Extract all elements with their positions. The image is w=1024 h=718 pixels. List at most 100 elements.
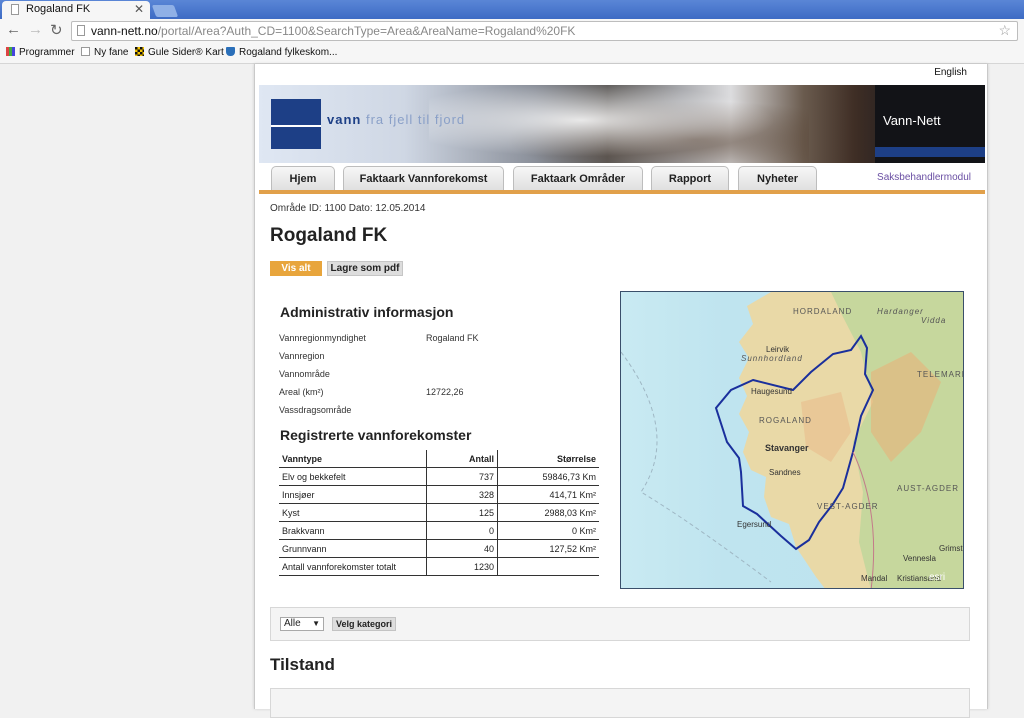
address-url: vann-nett.no/portal/Area?Auth_CD=1100&Se… xyxy=(91,24,576,38)
cell-type: Brakkvann xyxy=(279,521,427,540)
admin-value: 12722,26 xyxy=(426,387,464,397)
cell-count: 328 xyxy=(426,485,498,504)
map-graphic xyxy=(621,292,963,588)
bookmark-gule-sider[interactable]: Gule Sider® Kart xyxy=(135,47,224,58)
area-map[interactable]: HORDALAND Hardanger Sunnhordland ROGALAN… xyxy=(620,291,964,589)
nav-underline xyxy=(259,190,985,194)
map-city: Vennesla xyxy=(903,554,936,563)
tab-faktaark-vannforekomst[interactable]: Faktaark Vannforekomst xyxy=(343,166,504,190)
cell-count: 125 xyxy=(426,503,498,522)
tilstand-panel xyxy=(270,688,970,718)
back-arrow-icon[interactable]: ← xyxy=(6,21,21,38)
site-banner: vann fra fjell til fjord Vann-Nett xyxy=(259,85,985,163)
cell-count: 40 xyxy=(426,539,498,558)
cell-size: 127,52 Km² xyxy=(497,539,599,558)
map-label: VEST-AGDER xyxy=(817,502,879,511)
cell-type: Grunnvann xyxy=(279,539,427,558)
apps-grid-icon xyxy=(6,47,15,56)
table-header-row: Vanntype Antall Størrelse xyxy=(279,450,599,468)
cell-count: 737 xyxy=(426,467,498,486)
vis-alt-button[interactable]: Vis alt xyxy=(270,261,322,276)
map-label: Sunnhordland xyxy=(741,354,803,363)
close-tab-icon[interactable]: ✕ xyxy=(134,2,144,16)
browser-tab[interactable]: Rogaland FK ✕ xyxy=(2,1,150,19)
cell-count: 1230 xyxy=(426,557,498,576)
page-icon xyxy=(77,25,85,36)
page-icon xyxy=(81,47,90,56)
tab-title: Rogaland FK xyxy=(26,3,91,15)
saksbehandlermodul-link[interactable]: Saksbehandlermodul xyxy=(877,172,971,183)
tilstand-heading: Tilstand xyxy=(270,655,335,674)
table-row: Brakkvann 0 0 Km² xyxy=(279,521,599,540)
bookmark-star-icon[interactable]: ☆ xyxy=(998,22,1011,39)
tab-nyheter[interactable]: Nyheter xyxy=(738,166,817,190)
bookmark-ny-fane[interactable]: Ny fane xyxy=(81,47,128,58)
cell-size: 2988,03 Km² xyxy=(497,503,599,522)
site-name: Vann-Nett xyxy=(883,113,941,128)
table-row: Grunnvann 40 127,52 Km² xyxy=(279,539,599,558)
site-name-block: Vann-Nett xyxy=(875,85,985,163)
velg-kategori-button[interactable]: Velg kategori xyxy=(332,617,397,631)
site-name-bar xyxy=(875,147,985,157)
table-row-total: Antall vannforekomster totalt 1230 xyxy=(279,557,599,576)
waterfall-image xyxy=(429,85,809,163)
address-bar[interactable]: vann-nett.no/portal/Area?Auth_CD=1100&Se… xyxy=(71,21,1018,41)
column-header: Antall xyxy=(426,450,498,468)
map-label: Vidda xyxy=(921,316,947,325)
map-label: AUST-AGDER xyxy=(897,484,960,493)
column-header: Vanntype xyxy=(279,450,427,468)
table-row: Kyst 125 2988,03 Km² xyxy=(279,503,599,522)
bookmarks-bar: Programmer Ny fane Gule Sider® Kart Roga… xyxy=(0,44,1024,64)
admin-label: Vannregionmyndighet xyxy=(279,333,366,343)
registered-table: Vanntype Antall Størrelse Elv og bekkefe… xyxy=(279,450,599,576)
cell-size: 0 Km² xyxy=(497,521,599,540)
map-label: ROGALAND xyxy=(759,416,812,425)
tab-rapport[interactable]: Rapport xyxy=(651,166,729,190)
browser-toolbar: ← → ↻ vann-nett.no/portal/Area?Auth_CD=1… xyxy=(0,19,1024,44)
cell-size xyxy=(497,557,599,576)
cell-size: 414,71 Km² xyxy=(497,485,599,504)
tab-faktaark-omrader[interactable]: Faktaark Områder xyxy=(513,166,643,190)
area-meta: Område ID: 1100 Dato: 12.05.2014 xyxy=(270,203,426,214)
forward-arrow-icon[interactable]: → xyxy=(28,21,43,38)
reload-icon[interactable]: ↻ xyxy=(50,21,63,39)
english-link[interactable]: English xyxy=(934,67,967,78)
bookmark-rogaland[interactable]: Rogaland fylkeskom... xyxy=(226,47,337,58)
admin-label: Vannområde xyxy=(279,369,330,379)
map-city: Grimst xyxy=(939,544,963,553)
banner-slogan: vann fra fjell til fjord xyxy=(327,112,466,127)
new-tab-button[interactable] xyxy=(151,5,179,17)
map-city: Stavanger xyxy=(765,443,809,453)
cell-count: 0 xyxy=(426,521,498,540)
map-label: Hardanger xyxy=(877,307,924,316)
bookmark-programmer[interactable]: Programmer xyxy=(6,47,75,58)
admin-heading: Administrativ informasjon xyxy=(280,304,454,320)
cell-size: 59846,73 Km xyxy=(497,467,599,486)
map-label: HORDALAND xyxy=(793,307,853,316)
cell-type: Kyst xyxy=(279,503,427,522)
map-city: Mandal xyxy=(861,574,888,583)
admin-label: Areal (km²) xyxy=(279,387,324,397)
page-container: English vann fra fjell til fjord Vann-Ne… xyxy=(254,64,988,718)
map-city: Leirvik xyxy=(766,345,790,354)
admin-value: Rogaland FK xyxy=(426,333,479,343)
column-header: Størrelse xyxy=(497,450,599,468)
table-row: Elv og bekkefelt 737 59846,73 Km xyxy=(279,467,599,486)
admin-label: Vassdragsområde xyxy=(279,405,352,415)
map-city: Egersund xyxy=(737,520,772,529)
map-city: Sandnes xyxy=(769,468,801,477)
cell-type: Antall vannforekomster totalt xyxy=(279,557,427,576)
tab-hjem[interactable]: Hjem xyxy=(271,166,335,190)
shield-icon xyxy=(226,47,235,56)
vann-logo[interactable] xyxy=(271,99,321,149)
map-city: Haugesund xyxy=(751,387,792,396)
category-select[interactable]: Alle ▼ xyxy=(280,617,324,631)
browser-tabstrip: Rogaland FK ✕ xyxy=(0,0,1024,19)
page-title: Rogaland FK xyxy=(270,225,388,246)
registered-heading: Registrerte vannforekomster xyxy=(280,427,472,443)
lagre-pdf-button[interactable]: Lagre som pdf xyxy=(327,261,403,276)
table-row: Innsjøer 328 414,71 Km² xyxy=(279,485,599,504)
admin-label: Vannregion xyxy=(279,351,325,361)
chevron-down-icon: ▼ xyxy=(312,619,320,628)
map-label: TELEMARK xyxy=(917,370,964,379)
